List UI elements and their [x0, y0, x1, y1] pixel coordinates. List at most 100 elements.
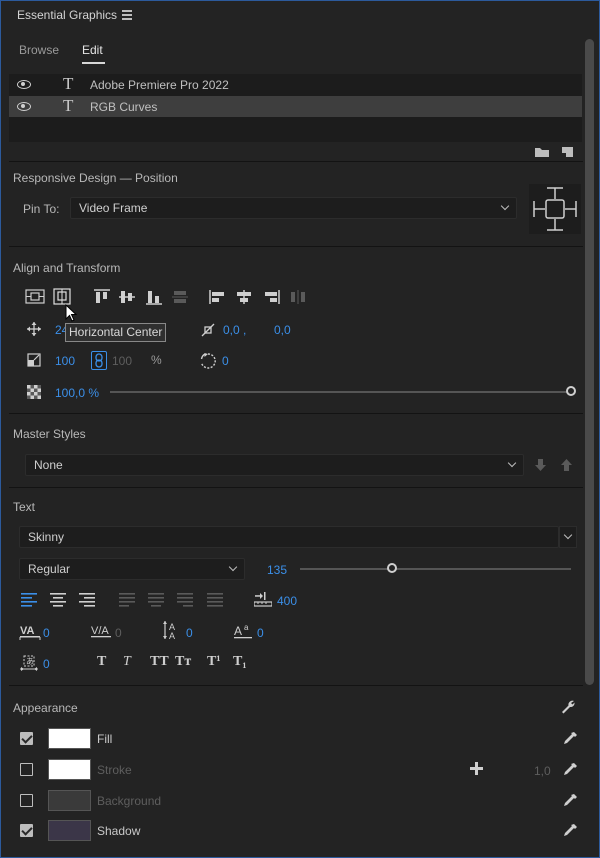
align-horizontal-center-icon[interactable] — [53, 288, 71, 305]
tracking-value[interactable]: 0 — [115, 626, 122, 640]
responsive-design-label: Responsive Design — Position — [13, 171, 178, 185]
faux-bold-button[interactable]: T — [97, 654, 106, 670]
new-layer-icon[interactable] — [561, 146, 574, 158]
opacity-slider-knob[interactable] — [566, 386, 576, 396]
new-group-folder-icon[interactable] — [534, 146, 550, 158]
rotation-value[interactable]: 0 — [222, 354, 229, 368]
tooltip: Horizontal Center — [65, 323, 167, 342]
background-label: Background — [97, 794, 162, 808]
panel-scrollbar[interactable] — [585, 39, 594, 685]
svg-text:a: a — [244, 623, 249, 632]
distribute-horizontal-icon[interactable] — [289, 289, 307, 305]
eyedropper-icon[interactable] — [563, 823, 578, 839]
kerning-value[interactable]: 0 — [43, 626, 50, 640]
font-size-slider-track[interactable] — [300, 568, 571, 570]
rotation-icon — [200, 353, 216, 369]
position-move-icon — [27, 322, 41, 336]
superscript-button[interactable]: T¹ — [207, 654, 221, 670]
svg-text:A: A — [234, 624, 242, 638]
fill-checkbox[interactable] — [20, 732, 33, 745]
eye-icon[interactable] — [17, 102, 31, 111]
font-family-dropdown[interactable]: Skinny — [19, 526, 559, 548]
tab-browse[interactable]: Browse — [19, 43, 59, 57]
tsume-value[interactable]: 0 — [43, 657, 50, 671]
align-vertical-center-icon[interactable] — [118, 289, 136, 305]
sync-style-up-icon[interactable] — [560, 458, 573, 472]
all-caps-button[interactable]: TT — [150, 654, 169, 670]
opacity-slider-track[interactable] — [110, 391, 571, 393]
eyedropper-icon[interactable] — [563, 793, 578, 809]
divider — [9, 413, 583, 414]
pin-anchor-icon[interactable] — [529, 184, 581, 234]
baseline-shift-value[interactable]: 0 — [257, 626, 264, 640]
subscript-button[interactable]: T₁ — [233, 654, 247, 670]
justify-all-icon[interactable] — [207, 593, 224, 607]
pin-to-label: Pin To: — [23, 202, 60, 216]
background-color-swatch[interactable] — [48, 790, 91, 811]
align-text-center-icon[interactable] — [50, 593, 67, 607]
eye-icon[interactable] — [17, 80, 31, 89]
layer-name: RGB Curves — [90, 100, 158, 114]
pin-to-dropdown[interactable]: Video Frame — [70, 197, 517, 219]
tab-width-value[interactable]: 400 — [277, 594, 297, 608]
scale-height-value[interactable]: 100 — [112, 354, 132, 368]
align-bottom-icon[interactable] — [145, 289, 163, 305]
align-left-icon[interactable] — [209, 289, 227, 305]
layer-item-selected[interactable]: T RGB Curves — [9, 96, 582, 117]
text-section-label: Text — [13, 500, 36, 514]
add-stroke-icon[interactable] — [470, 762, 483, 775]
chevron-down-icon — [563, 530, 573, 540]
font-family-dropdown-arrow[interactable] — [559, 526, 577, 548]
align-text-left-icon[interactable] — [21, 593, 38, 607]
chain-link-icon — [95, 353, 103, 368]
align-to-selection-icon[interactable] — [25, 289, 45, 305]
eyedropper-icon[interactable] — [563, 731, 578, 747]
push-style-down-icon[interactable] — [534, 458, 547, 472]
justify-last-left-icon[interactable] — [119, 593, 136, 607]
justify-last-right-icon[interactable] — [177, 593, 194, 607]
anchor-y-value[interactable]: 0,0 — [274, 323, 291, 337]
layer-item[interactable]: T Adobe Premiere Pro 2022 — [9, 74, 582, 95]
align-horizontal-center2-icon[interactable] — [235, 289, 253, 305]
divider — [9, 246, 583, 247]
shadow-color-swatch[interactable] — [48, 820, 91, 841]
anchor-point-icon — [201, 323, 215, 337]
panel-menu-icon[interactable] — [122, 10, 132, 22]
align-right-icon[interactable] — [262, 289, 280, 305]
distribute-vertical-icon[interactable] — [171, 289, 189, 305]
faux-italic-button[interactable]: T — [123, 654, 131, 670]
align-top-icon[interactable] — [93, 289, 111, 305]
justify-last-center-icon[interactable] — [148, 593, 165, 607]
layer-name: Adobe Premiere Pro 2022 — [90, 78, 229, 92]
font-size-slider-knob[interactable] — [387, 563, 398, 573]
constrain-proportions-toggle[interactable] — [91, 351, 107, 370]
align-text-right-icon[interactable] — [79, 593, 96, 607]
fill-color-swatch[interactable] — [48, 728, 91, 749]
font-style-value: Regular — [28, 562, 71, 576]
shadow-checkbox[interactable] — [20, 824, 33, 837]
leading-icon: AA — [163, 621, 175, 640]
tab-edit[interactable]: Edit — [82, 43, 103, 57]
stroke-checkbox[interactable] — [20, 763, 33, 776]
stroke-color-swatch[interactable] — [48, 759, 91, 780]
eyedropper-icon[interactable] — [563, 762, 578, 778]
small-caps-button[interactable]: Tт — [175, 654, 191, 670]
anchor-x-value[interactable]: 0,0 , — [223, 323, 246, 337]
divider — [9, 487, 583, 488]
font-style-dropdown[interactable]: Regular — [19, 558, 245, 580]
text-layer-icon: T — [63, 96, 74, 115]
font-size-value[interactable]: 135 — [267, 563, 287, 577]
kerning-icon: VA — [19, 625, 41, 640]
pin-anchor-widget[interactable] — [529, 184, 581, 234]
master-styles-dropdown[interactable]: None — [25, 454, 524, 476]
background-checkbox[interactable] — [20, 794, 33, 807]
leading-value[interactable]: 0 — [186, 626, 193, 640]
wrench-icon[interactable] — [560, 699, 576, 715]
scale-value[interactable]: 100 — [55, 354, 75, 368]
font-family-value: Skinny — [28, 530, 65, 544]
align-transform-label: Align and Transform — [13, 261, 121, 275]
mouse-cursor-icon — [65, 304, 78, 322]
stroke-width-value[interactable]: 1,0 — [534, 764, 551, 778]
opacity-value[interactable]: 100,0 % — [55, 386, 99, 400]
tsume-icon: あ — [20, 655, 38, 671]
